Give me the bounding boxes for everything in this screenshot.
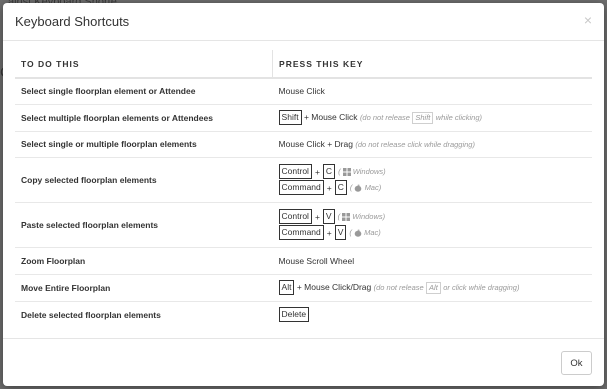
mac-shortcut-line: Command + C ( Mac) [278, 180, 586, 195]
key-cell: Mouse Scroll Wheel [272, 246, 592, 274]
key-text: + Mouse Click [303, 112, 358, 122]
plus-sign: + [326, 227, 332, 238]
apple-logo-icon [354, 229, 362, 237]
os-note: ( Windows) [338, 167, 386, 176]
os-note: ( Mac) [350, 183, 381, 192]
command-key: Command [278, 180, 324, 195]
key-cell: Control + V ( Windows) Command + V (Mac… [272, 201, 592, 247]
action-cell: Select single or multiple floorplan elem… [15, 130, 273, 157]
table-row: Move Entire Floorplan Alt + Mouse Click/… [15, 273, 592, 301]
column-header-action: TO DO THIS [15, 50, 273, 79]
key-cell: Mouse Click + Drag (do not release click… [272, 130, 592, 157]
windows-shortcut-line: Control + V ( Windows) [278, 209, 586, 224]
ok-button[interactable]: Ok [561, 351, 592, 375]
action-cell: Copy selected floorplan elements [15, 156, 273, 202]
action-cell: Zoom Floorplan [15, 246, 273, 274]
table-row: Select single floorplan element or Atten… [15, 77, 592, 104]
paren: ( [338, 166, 341, 176]
windows-logo-icon [342, 168, 351, 176]
key-cell: Delete [272, 300, 592, 328]
os-note: ( Mac) [349, 228, 380, 237]
key-cell: Alt + Mouse Click/Drag (do not release A… [272, 273, 592, 301]
hint-text: (do not release click while dragging) [355, 140, 475, 149]
command-key: Command [278, 225, 324, 240]
table-row: Copy selected floorplan elements Control… [15, 156, 592, 202]
shift-key: Shift [278, 110, 302, 125]
column-header-key: PRESS THIS KEY [272, 50, 592, 79]
hint-text: (do not release [373, 283, 424, 292]
mac-shortcut-line: Command + V ( Mac) [278, 225, 586, 240]
hint-text: or click while dragging) [443, 283, 520, 292]
action-cell: Move Entire Floorplan [15, 273, 273, 301]
key-text: + Mouse Click/Drag [296, 282, 372, 292]
letter-key: C [334, 180, 347, 195]
windows-shortcut-line: Control + C ( Windows) [278, 164, 586, 179]
plus-sign: + [314, 211, 320, 222]
os-note: ( Windows) [337, 211, 386, 221]
table-row: Select single or multiple floorplan elem… [15, 130, 592, 157]
os-label: Windows) [352, 211, 386, 221]
plus-sign: + [326, 182, 332, 193]
action-cell: Select multiple floorplan elements or At… [15, 103, 273, 131]
dialog-footer: Ok [3, 338, 604, 386]
close-icon[interactable]: × [584, 12, 592, 28]
key-text: Mouse Scroll Wheel [278, 255, 355, 266]
key-cell: Mouse Click [272, 77, 592, 104]
paren: ( [349, 227, 352, 237]
key-cell: Shift + Mouse Click (do not release Shif… [272, 103, 592, 131]
dialog-body: TO DO THIS PRESS THIS KEY Select single … [15, 50, 592, 328]
apple-logo-icon [355, 184, 362, 192]
os-label: Mac) [364, 182, 382, 192]
key-text: Mouse Click + Drag [278, 139, 353, 149]
letter-key: V [322, 209, 335, 224]
control-key: Control [278, 164, 312, 179]
hint-key: Alt [426, 282, 441, 294]
letter-key: V [334, 225, 347, 240]
paren: ( [337, 211, 341, 221]
key-cell: Control + C ( Windows) Command + C (Mac… [272, 156, 592, 202]
table-row: Delete selected floorplan elements Delet… [15, 300, 592, 328]
action-cell: Paste selected floorplan elements [15, 201, 273, 247]
shortcuts-table: TO DO THIS PRESS THIS KEY Select single … [15, 50, 592, 328]
keyboard-shortcuts-dialog: Keyboard Shortcuts × TO DO THIS PRESS TH… [3, 3, 604, 386]
paren: ( [349, 182, 353, 192]
key-text: Mouse Click [278, 86, 325, 97]
action-cell: Select single floorplan element or Atten… [15, 77, 273, 104]
control-key: Control [278, 209, 312, 224]
table-row: Zoom Floorplan Mouse Scroll Wheel [15, 246, 592, 274]
os-label: Mac) [364, 227, 381, 237]
hint-text: while clicking) [435, 113, 483, 122]
hint-key: Shift [412, 112, 434, 124]
dialog-title: Keyboard Shortcuts [15, 14, 130, 29]
table-row: Select multiple floorplan elements or At… [15, 103, 592, 131]
table-row: Paste selected floorplan elements Contro… [15, 201, 592, 247]
table-header-row: TO DO THIS PRESS THIS KEY [15, 50, 592, 79]
plus-sign: + [314, 166, 320, 177]
alt-key: Alt [278, 280, 295, 295]
dialog-header: Keyboard Shortcuts × [3, 3, 604, 41]
delete-key: Delete [278, 307, 310, 323]
hint-text: (do not release [359, 113, 410, 122]
letter-key: C [322, 164, 336, 179]
os-label: Windows) [352, 166, 386, 176]
windows-logo-icon [342, 213, 351, 221]
action-cell: Delete selected floorplan elements [15, 300, 273, 328]
